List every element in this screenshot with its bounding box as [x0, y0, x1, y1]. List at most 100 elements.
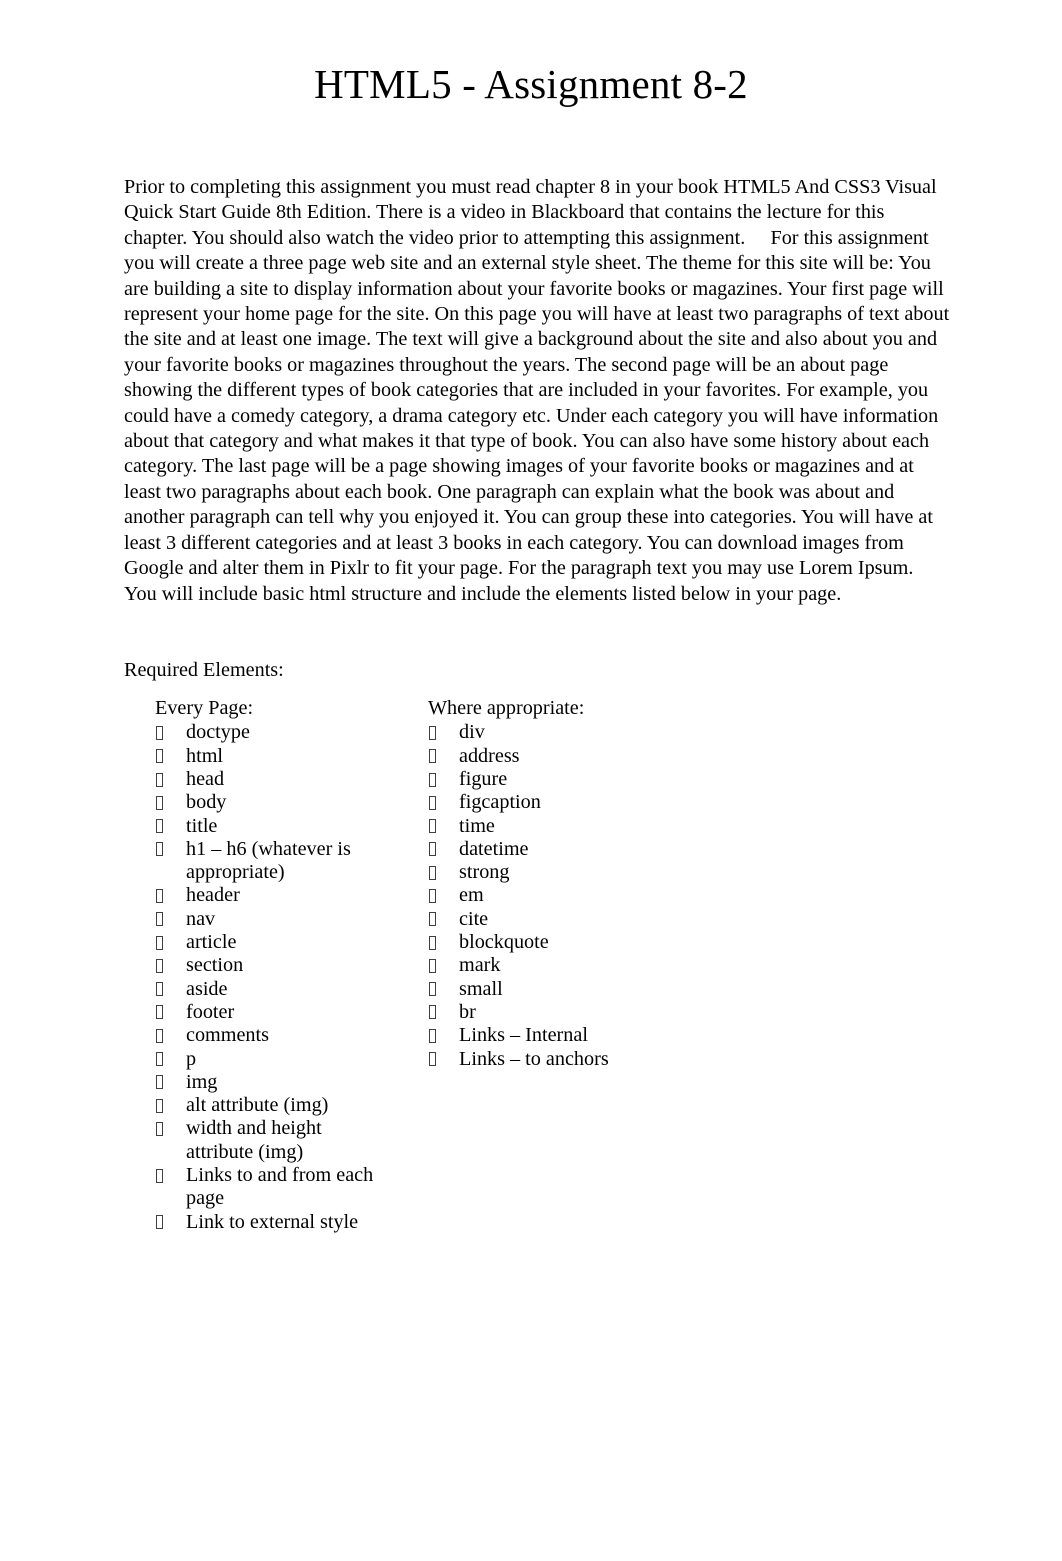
list-item-label: doctype	[186, 721, 250, 744]
where-appropriate-column: Where appropriate: div address figure figca…	[428, 696, 688, 1071]
list-item: doctype	[155, 721, 385, 744]
missing-glyph-box-icon	[429, 749, 436, 764]
list-item-label: title	[186, 814, 218, 837]
list-item: head	[155, 768, 385, 791]
missing-glyph-box-icon	[429, 982, 436, 997]
list-item: blockquote	[428, 931, 688, 954]
list-item: datetime	[428, 838, 688, 861]
list-item: figure	[428, 768, 688, 791]
list-item-label: datetime	[459, 837, 529, 860]
list-item: section	[155, 954, 385, 977]
missing-glyph-box-icon	[156, 1168, 163, 1183]
list-item-label: img	[186, 1070, 218, 1093]
missing-glyph-box-icon	[429, 725, 436, 740]
missing-glyph-box-icon	[156, 1215, 163, 1230]
list-item-label: time	[459, 814, 495, 837]
list-item-label: head	[186, 768, 225, 790]
missing-glyph-box-icon	[429, 772, 436, 787]
missing-glyph-box-icon	[156, 749, 163, 764]
where-appropriate-list: div address figure figcaption time datetime st…	[428, 721, 688, 1070]
missing-glyph-box-icon	[429, 958, 436, 973]
missing-glyph-box-icon	[156, 1075, 163, 1090]
missing-glyph-box-icon	[429, 842, 436, 857]
required-elements-heading: Required Elements:	[124, 659, 284, 681]
list-item: figcaption	[428, 791, 688, 814]
every-page-list: doctype html head body title h1 – h6 (whateve…	[155, 721, 385, 1234]
list-item-label: br	[459, 1000, 476, 1023]
missing-glyph-box-icon	[156, 772, 163, 787]
missing-glyph-box-icon	[156, 842, 163, 857]
list-item-label: Links to and from each page	[186, 1164, 374, 1210]
missing-glyph-box-icon	[156, 795, 163, 810]
list-item: small	[428, 978, 688, 1001]
list-item: alt attribute (img)	[155, 1094, 385, 1117]
list-item-label: Links – Internal	[459, 1024, 588, 1047]
list-item-label: footer	[186, 1000, 235, 1023]
list-item: nav	[155, 908, 385, 931]
list-item-label: article	[186, 931, 237, 954]
list-item-label: body	[186, 791, 227, 814]
list-item: width and height attribute (img)	[155, 1117, 385, 1164]
list-item: Links – Internal	[428, 1024, 688, 1047]
list-item-label: aside	[186, 977, 228, 1000]
list-item-label: alt attribute (img)	[186, 1094, 329, 1117]
page-title: HTML5 - Assignment 8-2	[314, 61, 748, 107]
missing-glyph-box-icon	[156, 888, 163, 903]
list-item-label: nav	[186, 907, 216, 930]
list-item-label: html	[186, 744, 224, 767]
missing-glyph-box-icon	[429, 912, 436, 927]
list-item: comments	[155, 1024, 385, 1047]
list-item-label: figcaption	[459, 791, 541, 814]
list-item-label: small	[459, 977, 503, 1000]
missing-glyph-box-icon	[156, 1098, 163, 1113]
where-appropriate-column-heading: Where appropriate:	[428, 697, 585, 719]
list-item-label: header	[186, 884, 240, 907]
list-item: body	[155, 791, 385, 814]
missing-glyph-box-icon	[429, 1028, 436, 1043]
list-item: time	[428, 815, 688, 838]
list-item-label: em	[459, 884, 484, 907]
missing-glyph-box-icon	[156, 912, 163, 927]
list-item: strong	[428, 861, 688, 884]
list-item-label: comments	[186, 1024, 269, 1047]
missing-glyph-box-icon	[156, 1028, 163, 1043]
list-item-label: div	[459, 721, 485, 744]
list-item-label: Links – to anchors	[459, 1047, 609, 1070]
missing-glyph-box-icon	[156, 935, 163, 950]
list-item: header	[155, 884, 385, 907]
list-item-label: cite	[459, 907, 489, 930]
list-item: img	[155, 1071, 385, 1094]
list-item-label: section	[186, 954, 244, 977]
assignment-description-paragraph: Prior to completing this assignment you …	[124, 176, 955, 605]
missing-glyph-box-icon	[156, 1005, 163, 1020]
list-item: Links – to anchors	[428, 1048, 688, 1071]
list-item-label: p	[186, 1047, 197, 1070]
every-page-column: Every Page: doctype html head body title h1 –…	[155, 696, 385, 1234]
list-item-label: strong	[459, 861, 510, 884]
missing-glyph-box-icon	[429, 1052, 436, 1067]
missing-glyph-box-icon	[156, 819, 163, 834]
list-item: p	[155, 1048, 385, 1071]
list-item-label: blockquote	[459, 931, 549, 954]
list-item: cite	[428, 908, 688, 931]
list-item: aside	[155, 978, 385, 1001]
missing-glyph-box-icon	[429, 888, 436, 903]
missing-glyph-box-icon	[156, 958, 163, 973]
list-item: Links to and from each page	[155, 1164, 385, 1211]
list-item: h1 – h6 (whatever is appropriate)	[155, 838, 385, 885]
list-item: html	[155, 745, 385, 768]
list-item: Link to external style	[155, 1211, 385, 1234]
list-item: br	[428, 1001, 688, 1024]
missing-glyph-box-icon	[429, 865, 436, 880]
list-item: mark	[428, 954, 688, 977]
document-page: HTML5 - Assignment 8-2 Prior to completi…	[0, 0, 1062, 1561]
list-item: article	[155, 931, 385, 954]
list-item: footer	[155, 1001, 385, 1024]
missing-glyph-box-icon	[156, 725, 163, 740]
missing-glyph-box-icon	[156, 1121, 163, 1136]
list-item: title	[155, 815, 385, 838]
missing-glyph-box-icon	[429, 1005, 436, 1020]
list-item: address	[428, 745, 688, 768]
every-page-column-heading: Every Page:	[155, 697, 254, 719]
list-item-label: Link to external style	[186, 1210, 359, 1233]
